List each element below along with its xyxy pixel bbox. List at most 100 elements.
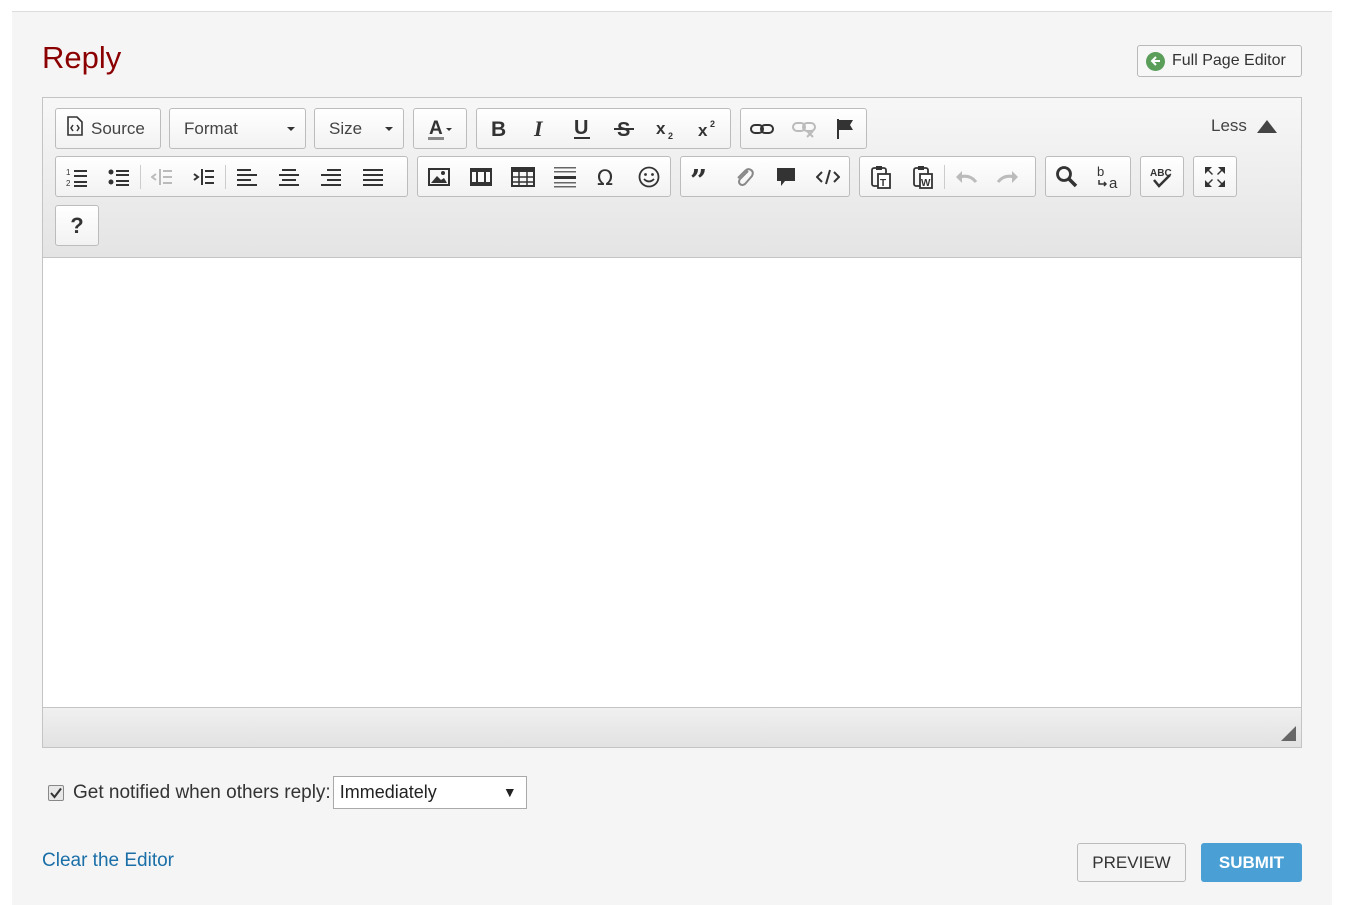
italic-icon: I bbox=[533, 118, 544, 140]
less-toggle[interactable]: Less bbox=[1211, 116, 1277, 136]
full-page-editor-button[interactable]: Full Page Editor bbox=[1137, 45, 1302, 77]
checkmark-icon bbox=[50, 787, 62, 799]
align-center-button[interactable] bbox=[268, 157, 310, 196]
align-right-icon bbox=[321, 168, 341, 186]
submit-button[interactable]: SUBMIT bbox=[1201, 843, 1302, 882]
format-dropdown[interactable]: Format bbox=[169, 108, 306, 149]
page-title: Reply bbox=[42, 40, 122, 75]
svg-text:Ω: Ω bbox=[597, 166, 613, 188]
attachment-button[interactable] bbox=[723, 157, 765, 196]
text-color-icon: A bbox=[428, 118, 452, 140]
justify-button[interactable] bbox=[352, 157, 394, 196]
clipboard-group: T W bbox=[859, 156, 1036, 197]
comment-button[interactable] bbox=[765, 157, 807, 196]
paste-word-button[interactable]: W bbox=[902, 157, 944, 196]
align-right-button[interactable] bbox=[310, 157, 352, 196]
resize-grip-icon[interactable] bbox=[1281, 726, 1296, 741]
underline-button[interactable]: U bbox=[561, 109, 603, 148]
smiley-button[interactable] bbox=[628, 157, 670, 196]
spellcheck-button[interactable]: ABC bbox=[1141, 157, 1183, 196]
unlink-button[interactable] bbox=[783, 109, 825, 148]
editor-toolbar: Source Format Size A B I U S x 2 x 2 Les… bbox=[43, 98, 1301, 258]
chevron-down-icon bbox=[287, 127, 295, 131]
media-embed-button[interactable] bbox=[460, 157, 502, 196]
bold-button[interactable]: B bbox=[477, 109, 519, 148]
decrease-indent-icon bbox=[151, 168, 172, 185]
maximize-button[interactable] bbox=[1194, 157, 1236, 196]
editor-status-bar bbox=[43, 707, 1301, 747]
find-icon bbox=[1056, 165, 1078, 187]
image-icon bbox=[428, 167, 450, 186]
notify-checkbox[interactable] bbox=[48, 784, 64, 801]
help-button[interactable]: ? bbox=[56, 206, 98, 245]
undo-button[interactable] bbox=[945, 157, 987, 196]
special-char-icon: Ω bbox=[597, 166, 613, 188]
link-button[interactable] bbox=[741, 109, 783, 148]
blocks-group: ” bbox=[680, 156, 850, 197]
subscript-button[interactable]: x2 bbox=[645, 109, 687, 148]
image-button[interactable] bbox=[418, 157, 460, 196]
special-char-button[interactable]: Ω bbox=[586, 157, 628, 196]
horizontal-line-icon bbox=[554, 166, 576, 187]
back-arrow-icon bbox=[1146, 51, 1165, 71]
paste-text-icon: T bbox=[871, 165, 891, 189]
svg-text:A: A bbox=[429, 118, 443, 139]
code-snippet-button[interactable] bbox=[807, 157, 849, 196]
size-dropdown[interactable]: Size bbox=[314, 108, 404, 149]
source-button[interactable]: Source bbox=[55, 108, 161, 149]
text-color-button[interactable]: A bbox=[414, 109, 466, 148]
clear-editor-link[interactable]: Clear the Editor bbox=[42, 850, 174, 872]
decrease-indent-button[interactable] bbox=[141, 157, 183, 196]
bulleted-list-button[interactable] bbox=[98, 157, 140, 196]
align-left-icon bbox=[237, 168, 257, 186]
find-button[interactable] bbox=[1046, 157, 1088, 196]
editor-content-area[interactable] bbox=[43, 258, 1301, 707]
numbered-list-button[interactable]: 12 bbox=[56, 157, 98, 196]
subscript-icon: x2 bbox=[656, 119, 673, 140]
chevron-up-icon bbox=[1256, 119, 1277, 133]
redo-button[interactable] bbox=[987, 157, 1029, 196]
svg-text:”: ” bbox=[690, 167, 707, 187]
paste-text-button[interactable]: T bbox=[860, 157, 902, 196]
link-icon bbox=[749, 123, 774, 134]
anchor-button[interactable] bbox=[824, 109, 866, 148]
attachment-icon bbox=[737, 167, 754, 186]
replace-button[interactable]: ba bbox=[1088, 157, 1130, 196]
preview-button[interactable]: PREVIEW bbox=[1077, 843, 1186, 882]
spellcheck-icon: ABC bbox=[1150, 168, 1172, 188]
blockquote-button[interactable]: ” bbox=[681, 157, 723, 196]
superscript-button[interactable]: x2 bbox=[687, 109, 729, 148]
horizontal-line-button[interactable] bbox=[544, 157, 586, 196]
insert-group: Ω bbox=[417, 156, 671, 197]
svg-text:2: 2 bbox=[668, 131, 673, 140]
maximize-group bbox=[1193, 156, 1237, 197]
underline-icon: U bbox=[574, 117, 590, 139]
format-label: Format bbox=[184, 118, 238, 138]
strikethrough-button[interactable]: S bbox=[603, 109, 645, 148]
spellcheck-group: ABC bbox=[1140, 156, 1184, 197]
numbered-list-icon: 12 bbox=[66, 168, 87, 187]
source-label: Source bbox=[91, 118, 145, 138]
notify-frequency-select[interactable]: Immediately ▼ bbox=[332, 776, 527, 809]
rich-text-editor: Source Format Size A B I U S x 2 x 2 Les… bbox=[42, 97, 1302, 748]
chevron-down-icon bbox=[385, 127, 393, 131]
size-label: Size bbox=[329, 118, 363, 138]
notify-label: Get notified when others reply: bbox=[73, 781, 331, 803]
table-button[interactable] bbox=[502, 157, 544, 196]
help-icon: ? bbox=[70, 212, 84, 238]
anchor-flag-icon bbox=[837, 118, 854, 139]
svg-text:b: b bbox=[1097, 164, 1104, 179]
italic-button[interactable]: I bbox=[519, 109, 561, 148]
text-color-group: A bbox=[413, 108, 467, 149]
align-left-button[interactable] bbox=[226, 157, 268, 196]
basic-styles-group: B I U S x2 x2 bbox=[476, 108, 731, 149]
increase-indent-button[interactable] bbox=[183, 157, 225, 196]
replace-icon: ba bbox=[1097, 164, 1118, 190]
comment-icon bbox=[777, 167, 795, 186]
svg-text:2: 2 bbox=[66, 179, 71, 187]
code-snippet-icon bbox=[816, 169, 840, 184]
source-icon bbox=[66, 116, 84, 141]
increase-indent-icon bbox=[193, 168, 214, 185]
table-icon bbox=[511, 166, 535, 187]
svg-text:W: W bbox=[921, 178, 931, 189]
